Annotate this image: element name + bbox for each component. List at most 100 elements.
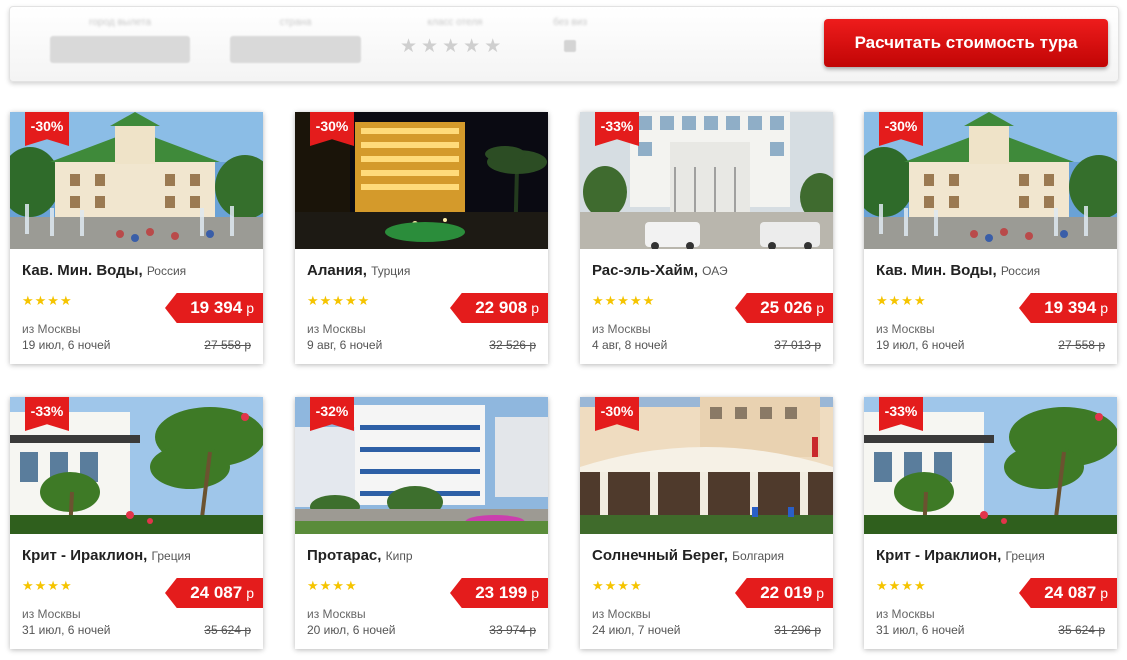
price-amount: 24 087 [190,583,243,602]
tour-dates: 9 авг, 6 ночей [307,338,383,352]
destination-name[interactable]: Крит - Ираклион [876,547,997,564]
departure-city: из Москвы [592,607,651,621]
calculate-tour-cost-button[interactable]: Расчитать стоимость тура [824,19,1108,67]
price-amount: 22 019 [760,583,813,602]
star-icon[interactable]: ★ [421,36,438,58]
star-icon[interactable]: ★ [400,36,417,58]
destination-name[interactable]: Солнечный Берег [592,547,724,564]
hotel-class-field[interactable]: класс отеля ★ ★ ★ ★ ★ [400,17,510,58]
tour-card[interactable]: -30% Кав. Мин. Воды, Россия ★★★★ 19 394 р… [10,112,263,364]
departure-city: из Москвы [22,322,81,336]
country-label: страна [279,17,312,28]
tour-card[interactable]: -30% Солнечный Берег, Болгария ★★★★ 22 0… [580,397,833,649]
departure-city-select[interactable] [50,36,190,63]
price-amount: 19 394 [190,298,243,317]
hotel-stars: ★★★★ [22,578,73,593]
tour-card[interactable]: -30% Кав. Мин. Воды, Россия ★★★★ 19 394 р… [864,112,1117,364]
destination-name[interactable]: Кав. Мин. Воды [22,262,138,279]
destination-title[interactable]: Протарас, Кипр [307,547,413,564]
price-tag[interactable]: 23 199 р [450,578,548,608]
price-tag[interactable]: 22 019 р [735,578,833,608]
tour-dates: 19 июл, 6 ночей [22,338,111,352]
tour-dates: 31 июл, 6 ночей [876,623,965,637]
destination-title[interactable]: Солнечный Берег, Болгария [592,547,784,564]
departure-city: из Москвы [307,607,366,621]
hotel-stars: ★★★★★ [592,293,656,308]
tour-dates: 19 июл, 6 ночей [876,338,965,352]
visa-free-field[interactable]: без виз [545,17,595,52]
destination-country: Болгария [732,549,785,563]
destination-title[interactable]: Крит - Ираклион, Греция [876,547,1045,564]
tour-card[interactable]: -33% Крит - Ираклион, Греция ★★★★ 24 087… [10,397,263,649]
price-currency: р [1100,300,1108,316]
tour-card[interactable]: -33% Крит - Ираклион, Греция ★★★★ 24 087… [864,397,1117,649]
destination-title[interactable]: Алания, Турция [307,262,410,279]
star-icon[interactable]: ★ [463,36,480,58]
destination-country: Греция [151,549,191,563]
tour-dates: 31 июл, 6 ночей [22,623,111,637]
destination-country: Турция [371,264,411,278]
price-currency: р [246,300,254,316]
departure-city: из Москвы [876,607,935,621]
price-tag[interactable]: 24 087 р [1019,578,1117,608]
old-price: 27 558 р [1058,338,1105,352]
hotel-class-label: класс отеля [427,17,483,28]
old-price: 37 013 р [774,338,821,352]
old-price: 32 526 р [489,338,536,352]
tour-card[interactable]: -33% Рас-эль-Хайм, ОАЭ ★★★★★ 25 026 р из … [580,112,833,364]
country-field[interactable]: страна [230,17,361,63]
tour-search-bar: город вылета страна класс отеля ★ ★ ★ ★ … [9,6,1119,82]
departure-city-label: город вылета [88,17,152,28]
price-currency: р [1100,585,1108,601]
destination-country: Россия [1000,264,1041,278]
price-tag[interactable]: 25 026 р [735,293,833,323]
hotel-stars: ★★★★ [876,293,927,308]
destination-name[interactable]: Кав. Мин. Воды [876,262,992,279]
price-currency: р [816,585,824,601]
departure-city: из Москвы [307,322,366,336]
tour-dates: 4 авг, 8 ночей [592,338,668,352]
departure-city: из Москвы [22,607,81,621]
visa-free-label: без виз [553,17,587,28]
destination-country: Россия [146,264,187,278]
price-amount: 24 087 [1044,583,1097,602]
tour-card[interactable]: -30% Алания, Турция ★★★★★ 22 908 р из Мос… [295,112,548,364]
tour-dates: 20 июл, 6 ночей [307,623,396,637]
visa-free-checkbox[interactable] [564,40,576,52]
price-currency: р [816,300,824,316]
destination-country: ОАЭ [702,264,728,278]
hotel-stars: ★★★★ [307,578,358,593]
tour-dates: 24 июл, 7 ночей [592,623,681,637]
old-price: 35 624 р [204,623,251,637]
destination-name[interactable]: Алания [307,262,363,279]
destination-name[interactable]: Крит - Ираклион [22,547,143,564]
destination-title[interactable]: Кав. Мин. Воды, Россия [876,262,1040,279]
star-icon[interactable]: ★ [442,36,459,58]
departure-city: из Москвы [592,322,651,336]
departure-city-field[interactable]: город вылета [50,17,190,63]
price-currency: р [531,300,539,316]
tour-card[interactable]: -32% Протарас, Кипр ★★★★ 23 199 р из Моск… [295,397,548,649]
destination-title[interactable]: Крит - Ираклион, Греция [22,547,191,564]
price-tag[interactable]: 24 087 р [165,578,263,608]
destination-country: Греция [1005,549,1045,563]
destination-title[interactable]: Кав. Мин. Воды, Россия [22,262,186,279]
hotel-class-star-rating[interactable]: ★ ★ ★ ★ ★ [400,36,510,58]
country-select[interactable] [230,36,361,63]
hotel-stars: ★★★★★ [307,293,371,308]
destination-name[interactable]: Рас-эль-Хайм [592,262,694,279]
old-price: 27 558 р [204,338,251,352]
destination-title[interactable]: Рас-эль-Хайм, ОАЭ [592,262,728,279]
price-amount: 23 199 [475,583,528,602]
price-amount: 19 394 [1044,298,1097,317]
star-icon[interactable]: ★ [484,36,501,58]
old-price: 33 974 р [489,623,536,637]
old-price: 35 624 р [1058,623,1105,637]
hotel-stars: ★★★★ [592,578,643,593]
departure-city: из Москвы [876,322,935,336]
destination-name[interactable]: Протарас [307,547,377,564]
price-tag[interactable]: 22 908 р [450,293,548,323]
price-tag[interactable]: 19 394 р [165,293,263,323]
price-amount: 22 908 [475,298,528,317]
price-tag[interactable]: 19 394 р [1019,293,1117,323]
